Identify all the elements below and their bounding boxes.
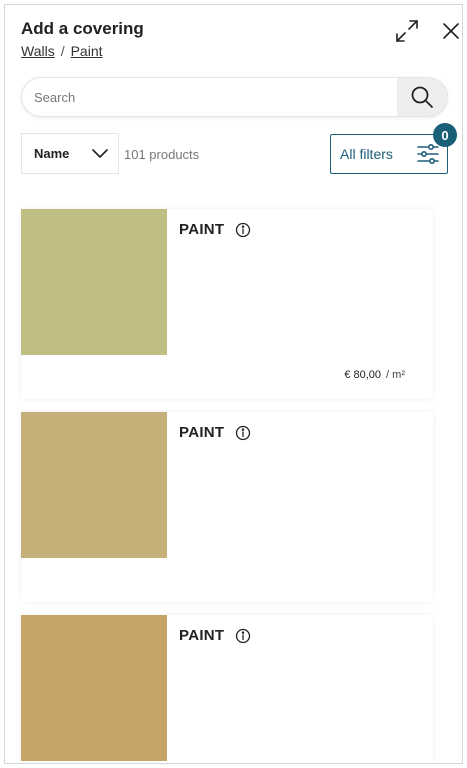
product-name: PAINT: [179, 627, 225, 644]
product-price: € 80,00 / m²: [344, 369, 405, 381]
chevron-down-icon: [92, 149, 108, 158]
info-icon[interactable]: [235, 425, 251, 441]
breadcrumb-separator: /: [60, 43, 65, 59]
product-swatch: [21, 412, 167, 558]
search-icon: [411, 86, 433, 108]
product-name: PAINT: [179, 221, 225, 238]
sort-selected-value: Name: [34, 146, 70, 161]
breadcrumb-paint[interactable]: Paint: [71, 43, 103, 59]
product-swatch: [21, 209, 167, 355]
add-covering-panel: Add a covering Walls / Paint Name: [4, 4, 463, 764]
sort-select[interactable]: Name: [21, 133, 119, 174]
panel-title: Add a covering: [21, 19, 144, 38]
breadcrumb-walls[interactable]: Walls: [21, 43, 55, 59]
expand-button[interactable]: [393, 17, 421, 45]
product-card[interactable]: PAINT € 80,00 / m²: [21, 209, 433, 399]
product-count: 101 products: [124, 147, 200, 162]
info-icon[interactable]: [235, 628, 251, 644]
price-value: € 80,00: [344, 369, 382, 381]
expand-arrows-icon: [396, 20, 418, 42]
product-name: PAINT: [179, 424, 225, 441]
product-swatch: [21, 615, 167, 761]
close-button[interactable]: [439, 19, 462, 43]
search-bar: [21, 77, 448, 117]
info-icon[interactable]: [235, 222, 251, 238]
all-filters-button[interactable]: All filters: [330, 134, 448, 174]
close-icon: [443, 23, 459, 39]
search-button[interactable]: [397, 78, 447, 116]
sliders-icon: [417, 144, 439, 164]
product-card[interactable]: PAINT: [21, 615, 433, 763]
product-card[interactable]: PAINT: [21, 412, 433, 602]
search-input[interactable]: [22, 78, 398, 116]
price-unit: / m²: [386, 369, 405, 381]
all-filters-label: All filters: [340, 146, 393, 162]
filter-count-badge: 0: [433, 123, 457, 147]
breadcrumb: Walls / Paint: [21, 43, 103, 59]
